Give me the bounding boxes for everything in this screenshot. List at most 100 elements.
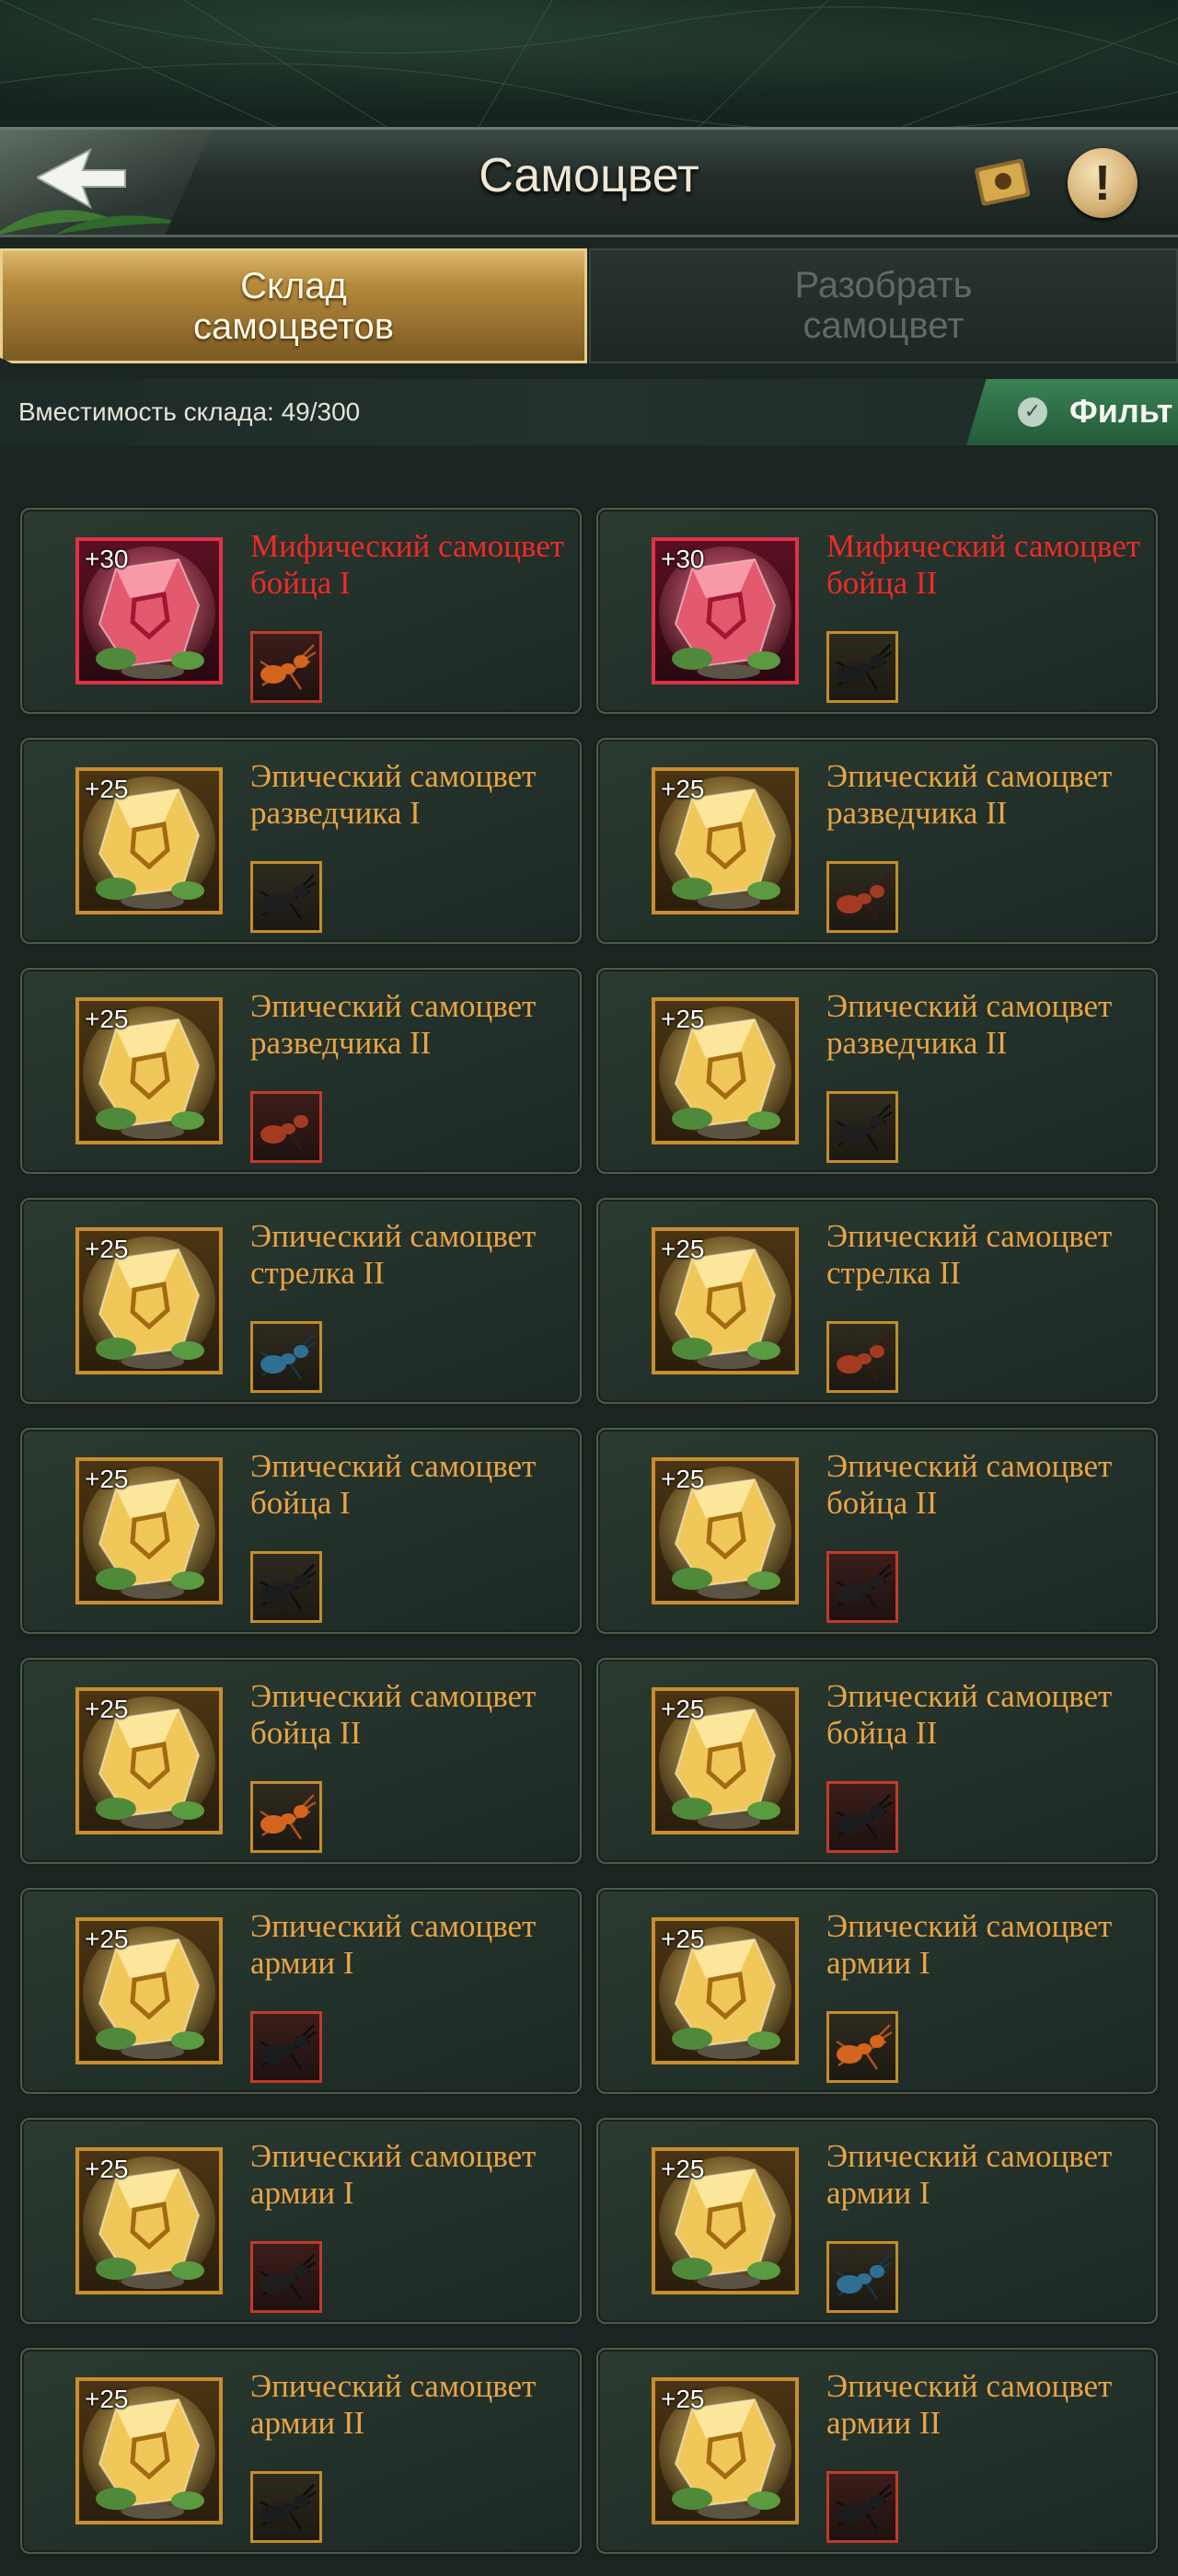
gem-card[interactable]: +30 Мифический самоцвет бойца I bbox=[20, 508, 582, 714]
insect-slot[interactable] bbox=[250, 2241, 322, 2313]
gem-name: Эпический самоцвет бойца I bbox=[250, 1448, 537, 1521]
gem-icon-frame: +25 bbox=[652, 1227, 799, 1374]
gem-name: Эпический самоцвет стрелка II bbox=[250, 1218, 537, 1291]
filter-button[interactable]: ✓ Фильт bbox=[966, 379, 1178, 445]
gem-level: +25 bbox=[85, 1235, 129, 1263]
gem-name: Эпический самоцвет армии II bbox=[250, 2368, 537, 2441]
tab-gem-storage-label: Склад самоцветов bbox=[193, 266, 394, 347]
insect-slot[interactable] bbox=[826, 2011, 898, 2083]
gem-icon-frame: +25 bbox=[75, 767, 223, 914]
gem-level: +30 bbox=[661, 545, 705, 573]
gem-card[interactable]: +30 Мифический самоцвет бойца II bbox=[596, 508, 1158, 714]
black-ant-icon bbox=[260, 2254, 317, 2300]
gem-card[interactable]: +25 Эпический самоцвет армии I bbox=[596, 1888, 1158, 2094]
gem-icon-frame: +25 bbox=[75, 1687, 223, 1834]
gem-icon-frame: +25 bbox=[75, 2377, 223, 2524]
filter-label: Фильт bbox=[1069, 392, 1173, 430]
black-beetle-icon bbox=[260, 1564, 317, 1610]
gem-guide-icon[interactable] bbox=[974, 154, 1033, 209]
blue-beetle-icon bbox=[260, 1334, 317, 1380]
insect-slot[interactable] bbox=[250, 1321, 322, 1393]
insect-slot[interactable] bbox=[250, 861, 322, 933]
gem-name: Эпический самоцвет разведчика II bbox=[250, 988, 537, 1061]
spider-web-decoration bbox=[0, 0, 1178, 127]
storage-capacity-text: Вместимость склада: 49/300 bbox=[18, 397, 361, 426]
gem-level: +25 bbox=[661, 1925, 705, 1953]
gem-card[interactable]: +25 Эпический самоцвет разведчика I bbox=[20, 738, 582, 944]
check-icon: ✓ bbox=[1018, 397, 1047, 427]
gem-icon-frame: +25 bbox=[75, 1457, 223, 1604]
gem-icon-frame: +25 bbox=[652, 1457, 799, 1604]
black-beetle-icon bbox=[260, 2024, 317, 2070]
gem-card[interactable]: +25 Эпический самоцвет бойца II bbox=[596, 1428, 1158, 1634]
orange-ant-icon bbox=[260, 1794, 317, 1840]
insect-slot[interactable] bbox=[826, 2241, 898, 2313]
gem-name: Эпический самоцвет бойца II bbox=[826, 1678, 1113, 1751]
gem-icon-frame: +25 bbox=[75, 1227, 223, 1374]
gem-card[interactable]: +25 Эпический самоцвет армии I bbox=[596, 2118, 1158, 2324]
insect-slot[interactable] bbox=[250, 631, 322, 703]
gem-icon-frame: +25 bbox=[652, 2377, 799, 2524]
insect-slot[interactable] bbox=[826, 1091, 898, 1163]
gem-icon-frame: +25 bbox=[652, 1687, 799, 1834]
black-ant-icon bbox=[836, 1104, 893, 1150]
gem-level: +25 bbox=[661, 2385, 705, 2413]
gem-card[interactable]: +25 Эпический самоцвет разведчика II bbox=[20, 968, 582, 1174]
gem-card[interactable]: +25 Эпический самоцвет стрелка II bbox=[596, 1198, 1158, 1404]
insect-slot[interactable] bbox=[250, 2471, 322, 2543]
orange-ant-icon bbox=[836, 2024, 893, 2070]
gem-level: +25 bbox=[85, 775, 129, 803]
gem-icon-frame: +25 bbox=[75, 2147, 223, 2294]
gem-level: +25 bbox=[85, 1695, 129, 1723]
gem-name: Эпический самоцвет армии I bbox=[826, 1908, 1113, 1981]
gem-icon-frame: +25 bbox=[75, 997, 223, 1144]
gem-card[interactable]: +25 Эпический самоцвет стрелка II bbox=[20, 1198, 582, 1404]
gem-card[interactable]: +25 Эпический самоцвет армии I bbox=[20, 1888, 582, 2094]
insect-slot[interactable] bbox=[826, 1781, 898, 1853]
gem-icon-frame: +25 bbox=[652, 2147, 799, 2294]
gem-card[interactable]: +25 Эпический самоцвет разведчика II bbox=[596, 968, 1158, 1174]
black-beetle-icon bbox=[836, 1794, 893, 1840]
blue-beetle-icon bbox=[836, 2254, 893, 2300]
gem-level: +25 bbox=[661, 775, 705, 803]
gem-name: Эпический самоцвет армии I bbox=[826, 2138, 1113, 2211]
header-bar: Самоцвет ! bbox=[0, 127, 1178, 237]
insect-slot[interactable] bbox=[250, 2011, 322, 2083]
tab-dismantle-gem-label: Разобрать самоцвет bbox=[794, 265, 973, 346]
gem-level: +25 bbox=[85, 1005, 129, 1033]
gem-name: Эпический самоцвет стрелка II bbox=[826, 1218, 1113, 1291]
gem-level: +25 bbox=[85, 2155, 129, 2183]
black-ant-icon bbox=[836, 1564, 893, 1610]
gem-card[interactable]: +25 Эпический самоцвет армии II bbox=[20, 2348, 582, 2554]
gem-level: +25 bbox=[661, 1235, 705, 1263]
insect-slot[interactable] bbox=[250, 1781, 322, 1853]
insect-slot[interactable] bbox=[826, 631, 898, 703]
insect-slot[interactable] bbox=[826, 2471, 898, 2543]
tab-gem-storage[interactable]: Склад самоцветов bbox=[0, 248, 587, 363]
gem-level: +25 bbox=[85, 1465, 129, 1493]
insect-slot[interactable] bbox=[826, 1551, 898, 1623]
tab-bar: Склад самоцветов Разобрать самоцвет bbox=[0, 248, 1178, 363]
gem-card[interactable]: +25 Эпический самоцвет бойца I bbox=[20, 1428, 582, 1634]
gem-card[interactable]: +25 Эпический самоцвет армии II bbox=[596, 2348, 1158, 2554]
gem-card[interactable]: +25 Эпический самоцвет бойца II bbox=[20, 1658, 582, 1864]
info-icon[interactable]: ! bbox=[1068, 148, 1138, 218]
tab-dismantle-gem[interactable]: Разобрать самоцвет bbox=[589, 248, 1178, 363]
gem-card[interactable]: +25 Эпический самоцвет бойца II bbox=[596, 1658, 1158, 1864]
red-ant-icon bbox=[836, 874, 893, 920]
insect-slot[interactable] bbox=[250, 1091, 322, 1163]
gem-name: Эпический самоцвет разведчика II bbox=[826, 758, 1113, 831]
red-ant-icon bbox=[836, 1334, 893, 1380]
gem-icon-frame: +30 bbox=[652, 537, 799, 684]
gem-level: +25 bbox=[661, 1465, 705, 1493]
insect-slot[interactable] bbox=[826, 861, 898, 933]
insect-slot[interactable] bbox=[250, 1551, 322, 1623]
gem-name: Эпический самоцвет бойца II bbox=[826, 1448, 1113, 1521]
gem-card[interactable]: +25 Эпический самоцвет разведчика II bbox=[596, 738, 1158, 944]
black-beetle-icon bbox=[836, 2484, 893, 2530]
gem-level: +25 bbox=[85, 2385, 129, 2413]
gem-name: Мифический самоцвет бойца I bbox=[250, 528, 565, 601]
gem-card[interactable]: +25 Эпический самоцвет армии I bbox=[20, 2118, 582, 2324]
background-web bbox=[0, 0, 1178, 127]
insect-slot[interactable] bbox=[826, 1321, 898, 1393]
